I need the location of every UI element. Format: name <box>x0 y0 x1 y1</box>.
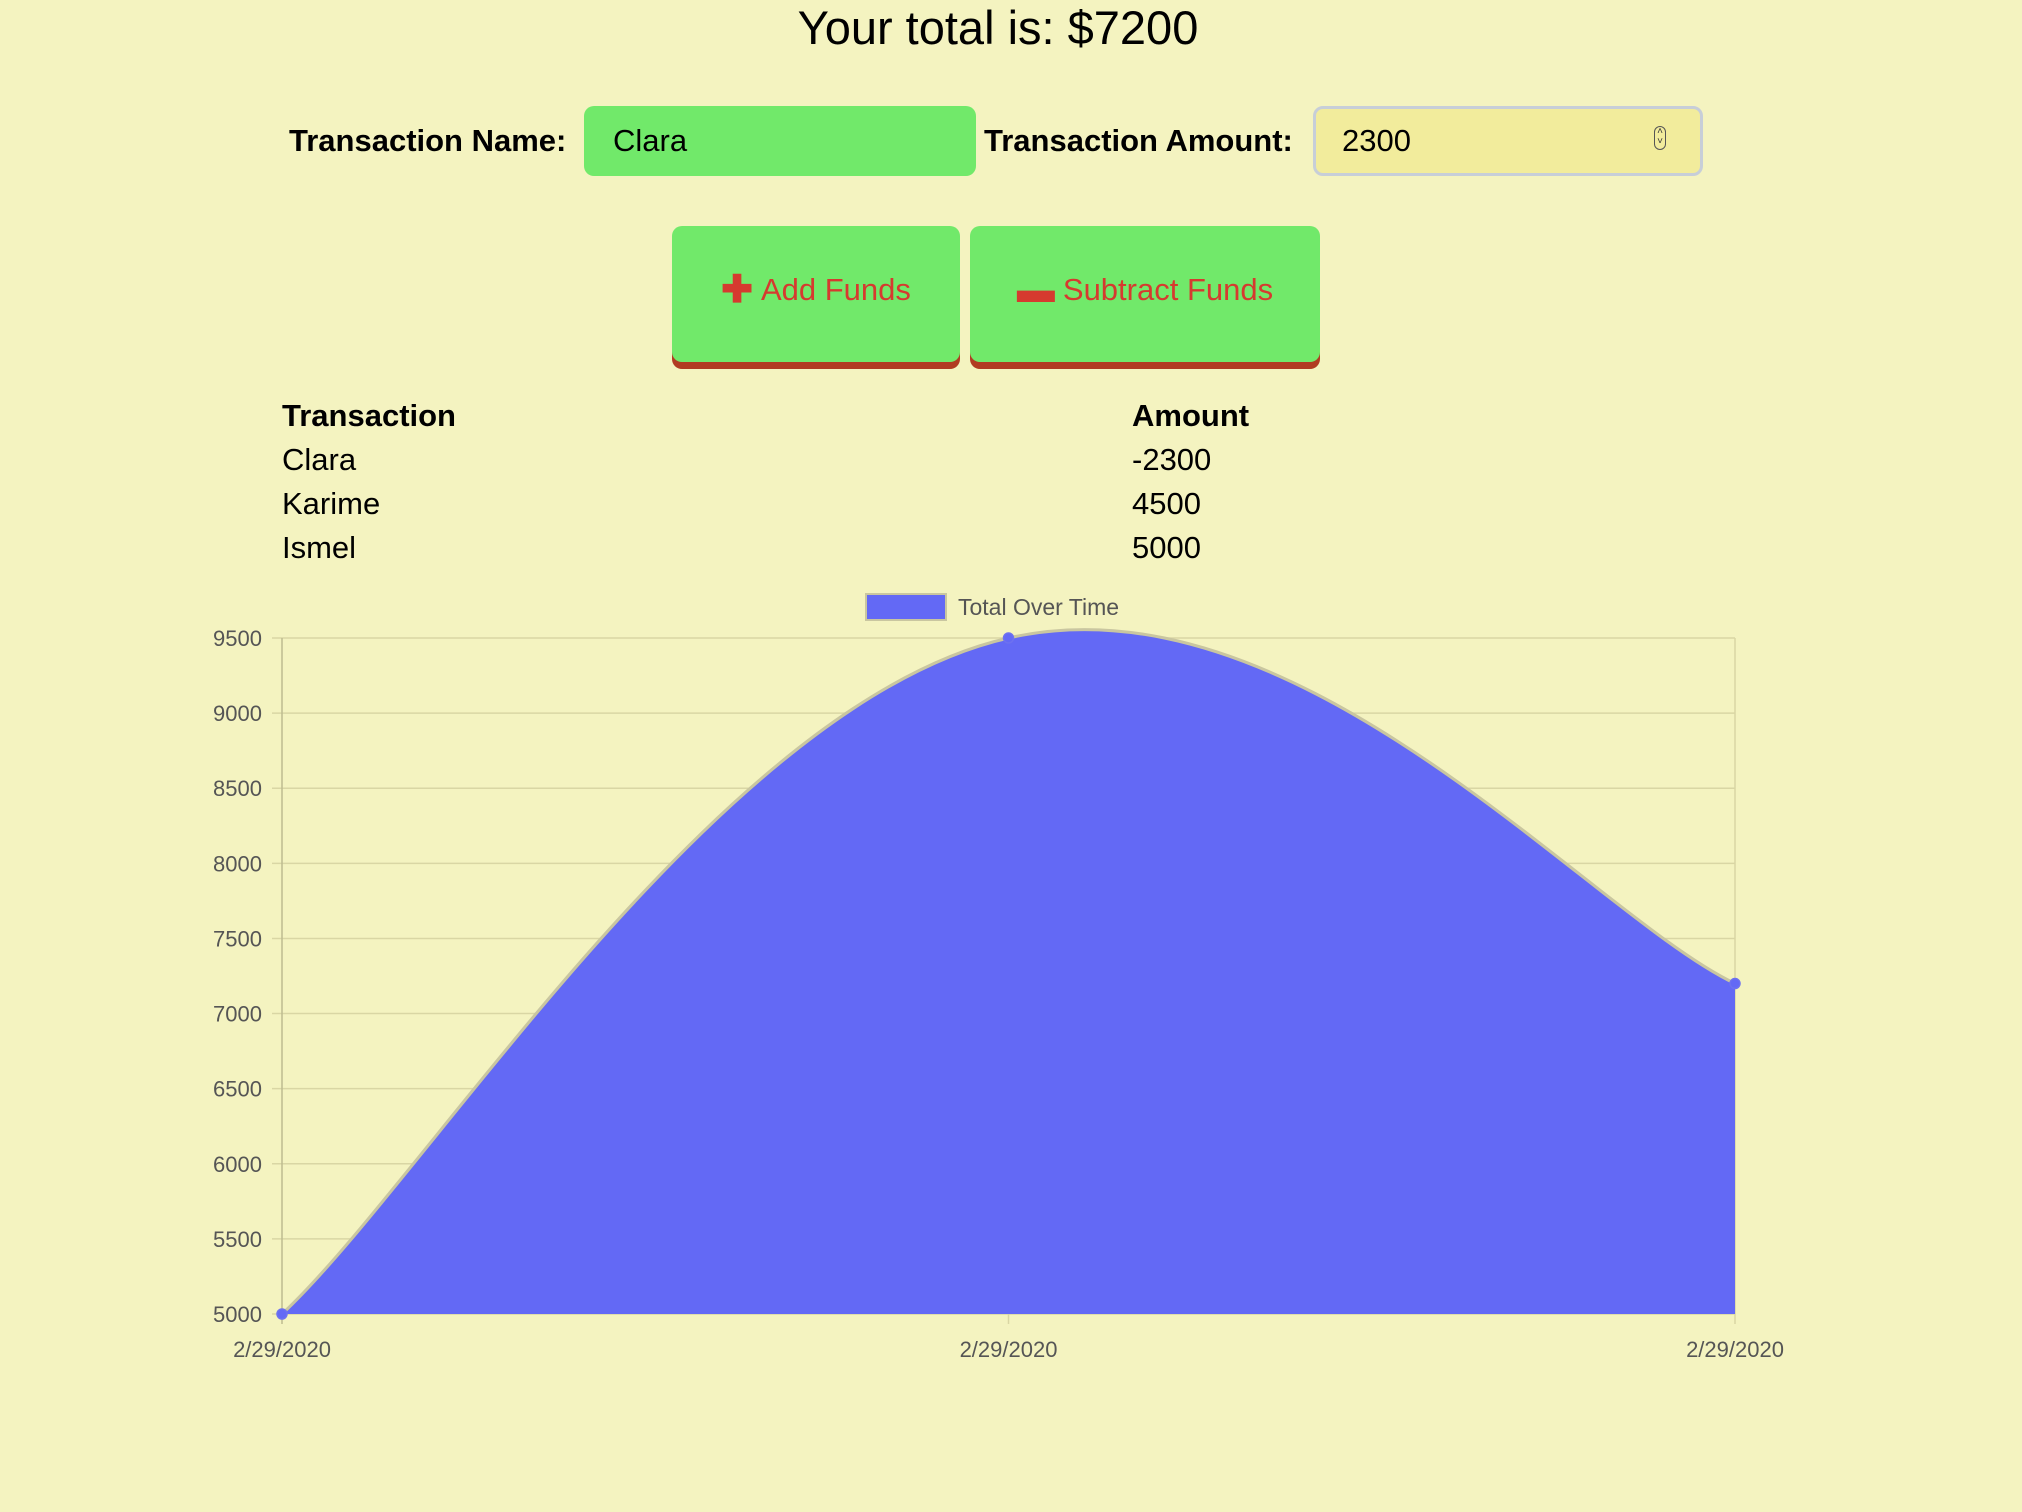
column-header-amount: Amount <box>1132 398 1250 433</box>
transaction-amount-cell: 5000 <box>1132 530 1201 565</box>
data-point <box>1002 632 1015 644</box>
add-funds-label: Add Funds <box>760 272 911 307</box>
y-tick-label: 5000 <box>213 1302 262 1327</box>
table-row: Clara -2300 <box>282 438 1249 482</box>
transaction-amount-label: Transaction Amount: <box>984 123 1293 158</box>
y-tick-label: 7000 <box>213 1002 262 1027</box>
data-point <box>1729 977 1741 990</box>
transaction-name-label: Transaction Name: <box>289 123 567 158</box>
plus-icon: ✚ <box>721 269 753 311</box>
legend-label: Total Over Time <box>958 594 1119 620</box>
total-over-time-chart: 5000 5500 6000 6500 7000 7500 8000 8500 9000 9500… <box>213 593 1784 1362</box>
area-fill <box>282 629 1735 1314</box>
subtract-funds-label: Subtract Funds <box>1062 272 1274 307</box>
transaction-name-cell: Karime <box>282 486 381 521</box>
y-tick-label: 9000 <box>213 701 262 726</box>
transactions-table: Transaction Amount Clara -2300 Karime 45… <box>282 394 1249 570</box>
total-heading: Your total is: $7200 <box>797 1 1199 54</box>
x-tick-label: 2/29/2020 <box>960 1337 1058 1362</box>
transaction-amount-cell: -2300 <box>1132 442 1212 477</box>
table-row: Karime 4500 <box>282 482 1249 526</box>
minus-icon: ▬ <box>1016 269 1055 311</box>
legend-swatch <box>865 593 947 621</box>
add-funds-button[interactable]: ✚ Add Funds <box>672 226 960 362</box>
y-tick-label: 8000 <box>213 851 262 876</box>
y-tick-label: 6000 <box>213 1152 262 1177</box>
transaction-name-cell: Ismel <box>282 530 357 565</box>
data-point <box>276 1308 288 1320</box>
y-tick-label: 6500 <box>213 1077 262 1102</box>
transaction-form: Transaction Name: Transaction Amount: ˄˅ <box>0 106 2022 176</box>
y-tick-label: 9500 <box>213 626 262 651</box>
y-tick-label: 5500 <box>213 1227 262 1252</box>
table-header-row: Transaction Amount <box>282 394 1249 438</box>
y-tick-label: 8500 <box>213 776 262 801</box>
subtract-funds-button[interactable]: ▬ Subtract Funds <box>970 226 1320 362</box>
transaction-name-input[interactable] <box>584 106 976 176</box>
column-header-transaction: Transaction <box>282 398 456 433</box>
number-stepper-icon[interactable]: ˄ ˅ <box>1654 126 1666 150</box>
transaction-name-cell: Clara <box>282 442 357 477</box>
x-tick-label: 2/29/2020 <box>1686 1337 1784 1362</box>
transaction-amount-cell: 4500 <box>1132 486 1201 521</box>
x-tick-label: 2/29/2020 <box>233 1337 331 1362</box>
transaction-amount-input[interactable] <box>1316 109 1636 173</box>
table-row: Ismel 5000 <box>282 526 1249 570</box>
y-tick-label: 7500 <box>213 926 262 951</box>
transaction-amount-field[interactable]: ˄˅ <box>1313 106 1703 176</box>
